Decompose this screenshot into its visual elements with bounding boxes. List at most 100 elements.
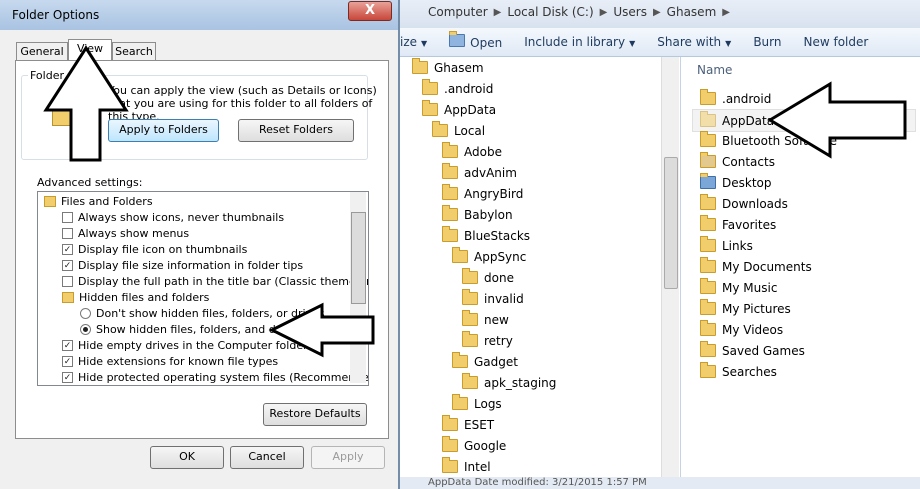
nav-item[interactable]: done xyxy=(462,267,514,288)
desktop-icon xyxy=(700,173,716,189)
checkbox-checked[interactable]: ✓ xyxy=(62,339,73,351)
nav-item[interactable]: AppData xyxy=(422,99,496,120)
folder-icon xyxy=(442,436,458,452)
nav-item[interactable]: Ghasem xyxy=(412,57,484,78)
checkbox-checked[interactable]: ✓ xyxy=(62,259,73,271)
list-item[interactable]: Favorites xyxy=(700,214,776,235)
setting-option[interactable]: Show hidden files, folders, and drives xyxy=(80,321,302,337)
nav-item[interactable]: ESET xyxy=(442,414,494,435)
breadcrumb-computer[interactable]: Computer xyxy=(422,5,494,19)
breadcrumb-separator-icon[interactable]: ▶ xyxy=(494,7,502,18)
nav-item[interactable]: AngryBird xyxy=(442,183,523,204)
include-in-library-button[interactable]: Include in library ▼ xyxy=(513,35,646,49)
nav-scrollbar[interactable] xyxy=(661,57,679,477)
radio-button-selected[interactable] xyxy=(80,323,91,335)
organize-button[interactable]: ize ▼ xyxy=(400,35,438,49)
setting-option[interactable]: ✓ Hide protected operating system files (… xyxy=(62,369,368,385)
close-button[interactable]: X xyxy=(348,1,392,21)
restore-defaults-button[interactable]: Restore Defaults xyxy=(263,403,367,426)
nav-item[interactable]: invalid xyxy=(462,288,524,309)
contacts-icon xyxy=(700,152,716,168)
breadcrumb-users[interactable]: Users xyxy=(607,5,653,19)
list-item[interactable]: Searches xyxy=(700,361,777,382)
ok-button[interactable]: OK xyxy=(150,446,224,469)
list-item[interactable]: Downloads xyxy=(700,193,788,214)
nav-item[interactable]: Local xyxy=(432,120,485,141)
list-item[interactable]: My Music xyxy=(700,277,777,298)
list-item[interactable]: Contacts xyxy=(700,151,775,172)
cancel-button[interactable]: Cancel xyxy=(230,446,304,469)
chevron-down-icon: ▼ xyxy=(421,39,428,48)
list-item-selected[interactable]: AppData xyxy=(692,109,916,132)
setting-option[interactable]: Display the full path in the title bar (… xyxy=(62,273,368,289)
breadcrumb-separator-icon[interactable]: ▶ xyxy=(653,7,661,18)
folder-icon xyxy=(412,58,428,74)
checkbox[interactable] xyxy=(62,227,73,239)
new-folder-button[interactable]: New folder xyxy=(792,35,879,49)
nav-item[interactable]: AppSync xyxy=(452,246,526,267)
nav-item[interactable]: Gadget xyxy=(452,351,518,372)
breadcrumb-local-disk[interactable]: Local Disk (C:) xyxy=(501,5,599,19)
nav-item[interactable]: advAnim xyxy=(442,162,517,183)
nav-item[interactable]: Intel xyxy=(442,456,491,477)
checkbox-checked[interactable]: ✓ xyxy=(62,355,73,367)
scrollbar-thumb[interactable] xyxy=(351,212,366,304)
apply-to-folders-button[interactable]: Apply to Folders xyxy=(108,119,219,142)
nav-item[interactable]: new xyxy=(462,309,509,330)
nav-item[interactable]: .android xyxy=(422,78,493,99)
nav-item[interactable]: BlueStacks xyxy=(442,225,530,246)
list-item[interactable]: .android xyxy=(700,88,771,109)
address-bar[interactable]: Computer ▶ Local Disk (C:) ▶ Users ▶ Gha… xyxy=(400,0,920,29)
folder-icon xyxy=(432,121,448,137)
nav-item[interactable]: apk_staging xyxy=(462,372,556,393)
list-item[interactable]: Desktop xyxy=(700,172,772,193)
chevron-down-icon: ▼ xyxy=(725,39,732,48)
checkbox-checked[interactable]: ✓ xyxy=(62,243,73,255)
setting-option[interactable]: ✓ Hide extensions for known file types xyxy=(62,353,278,369)
scrollbar-thumb[interactable] xyxy=(664,157,678,289)
open-button[interactable]: Open xyxy=(438,31,513,50)
setting-option[interactable]: ✓ Hide empty drives in the Computer folde… xyxy=(62,337,308,353)
list-item[interactable]: Links xyxy=(700,235,753,256)
apply-button[interactable]: Apply xyxy=(311,446,385,469)
list-item[interactable]: Bluetooth Software xyxy=(700,130,837,151)
file-list: Name .android AppData Bluetooth Software… xyxy=(682,57,920,477)
list-item[interactable]: Saved Games xyxy=(700,340,805,361)
nav-item[interactable]: Google xyxy=(442,435,506,456)
settings-scrollbar[interactable] xyxy=(350,192,366,383)
nav-item[interactable]: Adobe xyxy=(442,141,502,162)
tab-search[interactable]: Search xyxy=(112,42,156,61)
breadcrumb-separator-icon[interactable]: ▶ xyxy=(600,7,608,18)
list-item[interactable]: My Pictures xyxy=(700,298,791,319)
nav-item[interactable]: Babylon xyxy=(442,204,513,225)
setting-option[interactable]: ✓ Display file size information in folder… xyxy=(62,257,303,273)
advanced-settings-tree[interactable]: Files and Folders Always show icons, nev… xyxy=(37,191,369,386)
checkbox-checked[interactable]: ✓ xyxy=(62,371,73,383)
reset-folders-button[interactable]: Reset Folders xyxy=(238,119,354,142)
command-bar: ize ▼ Open Include in library ▼ Share with… xyxy=(400,28,920,57)
breadcrumb-ghasem[interactable]: Ghasem xyxy=(661,5,723,19)
setting-option[interactable]: ✓ Display file icon on thumbnails xyxy=(62,241,247,257)
list-item[interactable]: My Videos xyxy=(700,319,783,340)
pane-divider[interactable] xyxy=(680,57,681,477)
folder-icon xyxy=(462,268,478,284)
nav-item[interactable]: Logs xyxy=(452,393,502,414)
nav-item[interactable]: retry xyxy=(462,330,513,351)
tab-general[interactable]: General xyxy=(16,42,68,61)
folder-icon xyxy=(700,89,716,105)
checkbox[interactable] xyxy=(62,211,73,223)
folder-icon xyxy=(452,352,468,368)
setting-option[interactable]: Always show menus xyxy=(62,225,189,241)
tab-view[interactable]: View xyxy=(68,39,112,62)
setting-option[interactable]: Don't show hidden files, folders, or dri… xyxy=(80,305,325,321)
radio-button[interactable] xyxy=(80,307,91,319)
list-item[interactable]: My Documents xyxy=(700,256,812,277)
share-with-button[interactable]: Share with ▼ xyxy=(646,35,742,49)
setting-option[interactable]: Always show icons, never thumbnails xyxy=(62,209,284,225)
dialog-titlebar[interactable]: Folder Options X xyxy=(0,0,398,30)
checkbox[interactable] xyxy=(62,275,73,287)
burn-button[interactable]: Burn xyxy=(742,35,792,49)
breadcrumb-separator-icon[interactable]: ▶ xyxy=(722,7,730,18)
column-header-name[interactable]: Name xyxy=(697,63,732,77)
advanced-settings-label: Advanced settings: xyxy=(37,176,143,189)
